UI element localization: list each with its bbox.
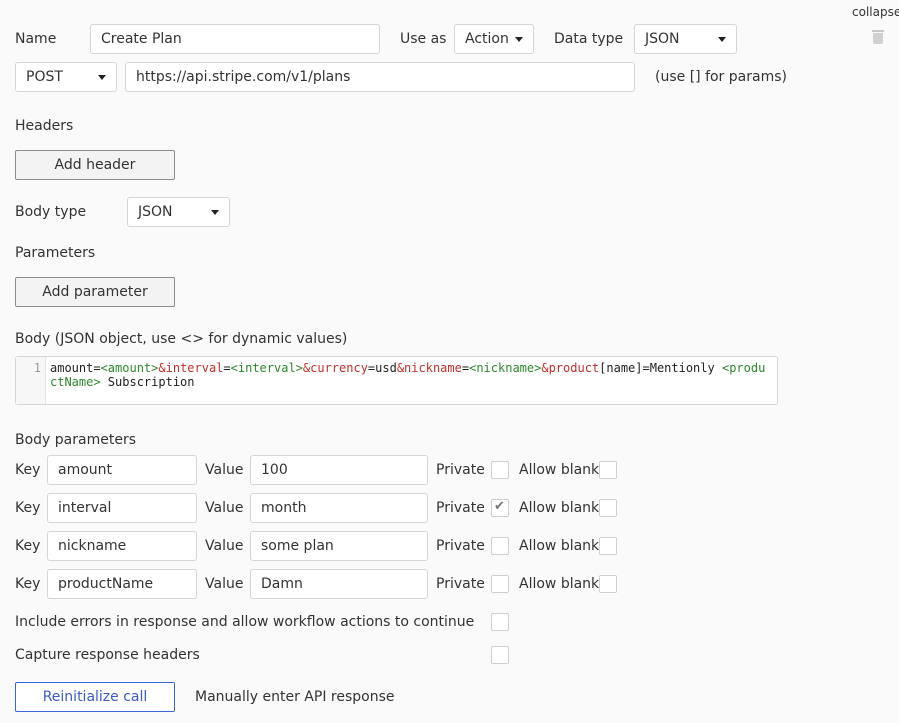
chevron-down-icon bbox=[211, 210, 219, 215]
value-input[interactable]: month bbox=[250, 493, 428, 523]
private-label: Private bbox=[436, 500, 485, 516]
chevron-down-icon bbox=[718, 37, 726, 42]
value-label: Value bbox=[205, 576, 244, 592]
include-errors-checkbox[interactable] bbox=[491, 613, 509, 631]
manual-response-link[interactable]: Manually enter API response bbox=[195, 688, 394, 706]
name-label: Name bbox=[15, 31, 57, 47]
value-label: Value bbox=[205, 462, 244, 478]
key-input[interactable]: productName bbox=[47, 569, 197, 599]
private-checkbox[interactable] bbox=[491, 575, 509, 593]
private-checkbox[interactable]: ✔ bbox=[491, 499, 509, 517]
allow-blank-label: Allow blank bbox=[519, 576, 600, 592]
headers-title: Headers bbox=[15, 118, 74, 134]
body-code-editor[interactable]: 1 amount=<amount>&interval=<interval>&cu… bbox=[15, 356, 778, 405]
code-token: &nickname bbox=[396, 361, 462, 375]
use-as-label: Use as bbox=[400, 31, 447, 47]
data-type-value: JSON bbox=[645, 31, 680, 47]
allow-blank-checkbox[interactable] bbox=[599, 461, 617, 479]
include-errors-label: Include errors in response and allow wor… bbox=[15, 614, 475, 630]
private-checkbox[interactable] bbox=[491, 537, 509, 555]
code-token: &interval bbox=[158, 361, 224, 375]
add-parameter-button[interactable]: Add parameter bbox=[15, 277, 175, 307]
value-label: Value bbox=[205, 538, 244, 554]
code-token: <nickname> bbox=[469, 361, 542, 375]
body-code-text: amount=<amount>&interval=<interval>&curr… bbox=[50, 361, 767, 389]
body-label: Body (JSON object, use <> for dynamic va… bbox=[15, 331, 348, 347]
body-type-label: Body type bbox=[15, 204, 87, 220]
code-token: Subscription bbox=[100, 375, 195, 389]
key-input[interactable]: nickname bbox=[47, 531, 197, 561]
use-as-dropdown[interactable]: Action bbox=[454, 24, 534, 54]
collapse-link[interactable]: collapse bbox=[852, 3, 899, 21]
key-label: Key bbox=[15, 576, 41, 592]
capture-headers-checkbox[interactable] bbox=[491, 646, 509, 664]
code-token: [name]=Mentionly bbox=[599, 361, 722, 375]
add-header-button[interactable]: Add header bbox=[15, 150, 175, 180]
private-label: Private bbox=[436, 538, 485, 554]
code-token: amount= bbox=[50, 361, 101, 375]
key-label: Key bbox=[15, 538, 41, 554]
private-checkbox[interactable] bbox=[491, 461, 509, 479]
reinitialize-call-button[interactable]: Reinitialize call bbox=[15, 682, 175, 712]
code-token: <amount> bbox=[100, 361, 159, 375]
code-token: &currency bbox=[302, 361, 368, 375]
key-input[interactable]: amount bbox=[47, 455, 197, 485]
allow-blank-checkbox[interactable] bbox=[599, 499, 617, 517]
code-token: &product bbox=[541, 361, 600, 375]
method-dropdown[interactable]: POST bbox=[15, 62, 117, 92]
allow-blank-checkbox[interactable] bbox=[599, 537, 617, 555]
value-input[interactable]: Damn bbox=[250, 569, 428, 599]
use-as-value: Action bbox=[465, 31, 509, 47]
chevron-down-icon bbox=[98, 75, 106, 80]
key-label: Key bbox=[15, 500, 41, 516]
private-label: Private bbox=[436, 576, 485, 592]
key-label: Key bbox=[15, 462, 41, 478]
code-token: =usd bbox=[367, 361, 397, 375]
line-number: 1 bbox=[16, 357, 46, 404]
allow-blank-label: Allow blank bbox=[519, 462, 600, 478]
allow-blank-label: Allow blank bbox=[519, 500, 600, 516]
allow-blank-label: Allow blank bbox=[519, 538, 600, 554]
parameters-title: Parameters bbox=[15, 245, 96, 261]
value-input[interactable]: 100 bbox=[250, 455, 428, 485]
code-token: = bbox=[461, 361, 470, 375]
body-type-dropdown[interactable]: JSON bbox=[127, 197, 230, 227]
body-type-value: JSON bbox=[138, 204, 173, 220]
allow-blank-checkbox[interactable] bbox=[599, 575, 617, 593]
capture-headers-label: Capture response headers bbox=[15, 647, 200, 663]
url-input[interactable]: https://api.stripe.com/v1/plans bbox=[125, 62, 635, 92]
code-token: = bbox=[223, 361, 231, 375]
body-parameters-title: Body parameters bbox=[15, 432, 136, 448]
checkmark-icon: ✔ bbox=[494, 499, 505, 514]
code-token: <interval> bbox=[230, 361, 303, 375]
trash-icon[interactable] bbox=[872, 30, 884, 44]
value-label: Value bbox=[205, 500, 244, 516]
private-label: Private bbox=[436, 462, 485, 478]
data-type-label: Data type bbox=[554, 31, 624, 47]
name-input[interactable]: Create Plan bbox=[90, 24, 380, 54]
data-type-dropdown[interactable]: JSON bbox=[634, 24, 737, 54]
method-value: POST bbox=[26, 69, 63, 85]
chevron-down-icon bbox=[515, 37, 523, 42]
key-input[interactable]: interval bbox=[47, 493, 197, 523]
value-input[interactable]: some plan bbox=[250, 531, 428, 561]
url-hint: (use [] for params) bbox=[655, 69, 787, 85]
